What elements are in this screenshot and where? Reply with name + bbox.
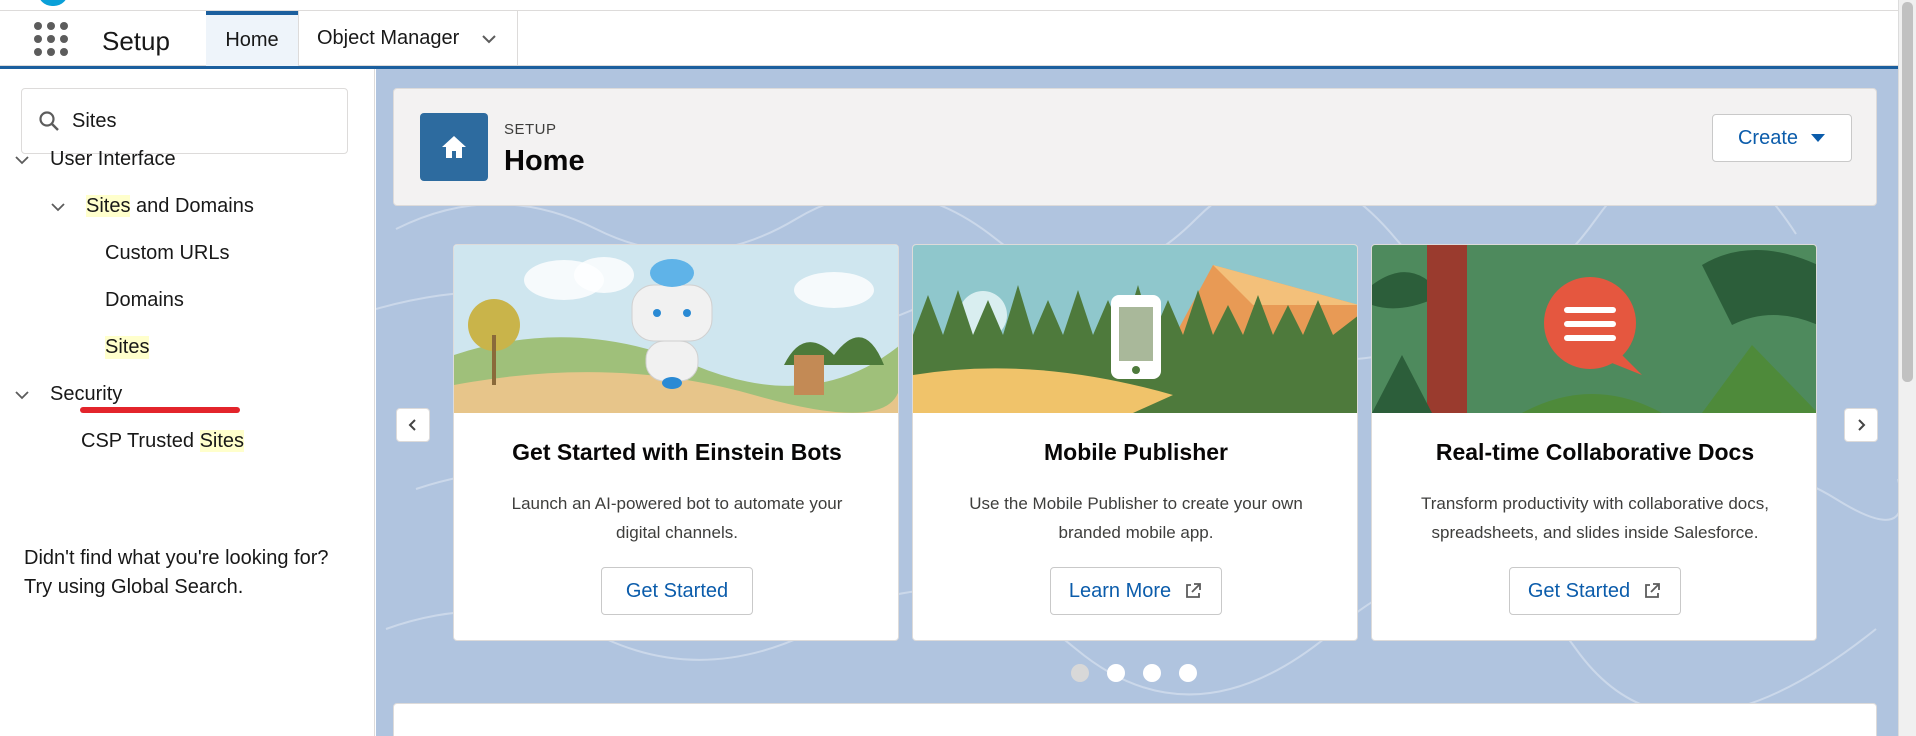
tree-item-sites[interactable]: Sites (105, 336, 150, 359)
chevron-down-icon[interactable] (14, 387, 30, 403)
card-title: Real-time Collaborative Docs (1435, 439, 1755, 465)
chevron-down-icon[interactable] (50, 199, 66, 215)
create-button[interactable]: Create (1712, 114, 1852, 162)
external-link-icon (1186, 583, 1202, 598)
carousel-dot-1[interactable] (1071, 664, 1089, 682)
card-button-label: Get Started (625, 579, 729, 602)
help-text-line: Didn't find what you're looking for? (24, 547, 329, 569)
create-button-label: Create (1737, 126, 1799, 149)
tree-item-label: CSP Trusted Sites (81, 430, 245, 453)
tree-item-label: Sites and Domains (86, 195, 254, 218)
card-button-label: Get Started (1527, 579, 1631, 602)
page-eyebrow: SETUP (504, 121, 557, 138)
top-strip (0, 0, 1898, 11)
search-highlight: Sites (199, 430, 245, 452)
logo-fragment (38, 0, 68, 6)
collaborative-docs-illustration (1372, 245, 1816, 413)
caret-down-icon (1811, 134, 1826, 142)
home-icon (420, 113, 488, 181)
global-header: Setup Home Object Manager (0, 0, 1898, 66)
feature-card-mobile-publisher: Mobile Publisher Use the Mobile Publishe… (912, 244, 1358, 641)
search-highlight: Sites (86, 195, 131, 217)
feature-card-collaborative-docs: Real-time Collaborative Docs Transform p… (1371, 244, 1817, 641)
external-link-icon (1645, 583, 1661, 598)
einstein-bot-illustration (454, 245, 898, 413)
card-description: Transform productivity with collaborativ… (1420, 494, 1769, 542)
tab-home-label: Home (225, 29, 279, 51)
page-title: Home (504, 145, 585, 177)
card-description: Use the Mobile Publisher to create your … (969, 494, 1303, 542)
setup-home-main: SETUP Home Create Get Started with Einst… (376, 69, 1898, 736)
card-title: Get Started with Einstein Bots (512, 439, 842, 465)
page-header: SETUP Home Create (393, 88, 1877, 206)
help-text-line: Try using Global Search. (24, 576, 244, 598)
tree-item-label: Security (50, 383, 123, 405)
mobile-publisher-illustration (913, 245, 1357, 413)
carousel-indicators (1071, 664, 1215, 682)
chevron-down-icon[interactable] (14, 152, 30, 168)
tree-item-label-prefix: CSP Trusted (81, 430, 200, 452)
card-button-label: Learn More (1068, 579, 1172, 602)
chevron-left-icon (408, 419, 416, 431)
learn-more-button[interactable]: Learn More (1050, 567, 1222, 615)
search-highlight: Sites (105, 336, 150, 359)
carousel-dot-2[interactable] (1107, 664, 1125, 682)
tree-item-label: Domains (105, 289, 184, 311)
content-card (393, 703, 1877, 736)
tree-item-label: Custom URLs (105, 242, 230, 264)
tree-item-csp-trusted-sites[interactable]: CSP Trusted Sites (81, 430, 245, 453)
carousel-next-button[interactable] (1844, 408, 1878, 442)
page-scrollbar[interactable] (1898, 0, 1916, 736)
get-started-button[interactable]: Get Started (1509, 567, 1681, 615)
carousel-dot-4[interactable] (1179, 664, 1197, 682)
setup-sidebar: User Interface Sites and Domains Custom … (0, 69, 375, 736)
tree-item-sites-and-domains[interactable]: Sites and Domains (50, 195, 254, 218)
tree-item-security[interactable]: Security (14, 383, 122, 406)
chevron-right-icon (1858, 419, 1866, 431)
tree-item-label-rest: and Domains (130, 195, 254, 217)
tab-home[interactable]: Home (206, 11, 298, 66)
search-icon (39, 111, 59, 131)
tree-item-domains[interactable]: Domains (105, 289, 184, 312)
feature-card-einstein-bots: Get Started with Einstein Bots Launch an… (453, 244, 899, 641)
scrollbar-thumb[interactable] (1902, 2, 1913, 382)
card-title: Mobile Publisher (1043, 439, 1229, 465)
get-started-button[interactable]: Get Started (601, 567, 753, 615)
tab-object-manager[interactable]: Object Manager (298, 11, 518, 66)
tab-object-manager-label: Object Manager (317, 27, 460, 49)
help-text: Didn't find what you're looking for? Try… (24, 544, 354, 602)
quick-find-input[interactable] (72, 109, 332, 133)
chevron-down-icon[interactable] (481, 31, 497, 47)
quick-find-box[interactable] (21, 88, 348, 154)
tree-item-user-interface[interactable]: User Interface (14, 148, 176, 171)
carousel-dot-3[interactable] (1143, 664, 1161, 682)
app-name: Setup (102, 26, 170, 56)
app-launcher-waffle-icon[interactable] (34, 22, 68, 56)
tree-item-custom-urls[interactable]: Custom URLs (105, 242, 229, 265)
tree-item-label: User Interface (50, 148, 176, 170)
annotation-underline (80, 407, 240, 413)
carousel-prev-button[interactable] (396, 408, 430, 442)
card-description: Launch an AI-powered bot to automate you… (511, 494, 843, 542)
